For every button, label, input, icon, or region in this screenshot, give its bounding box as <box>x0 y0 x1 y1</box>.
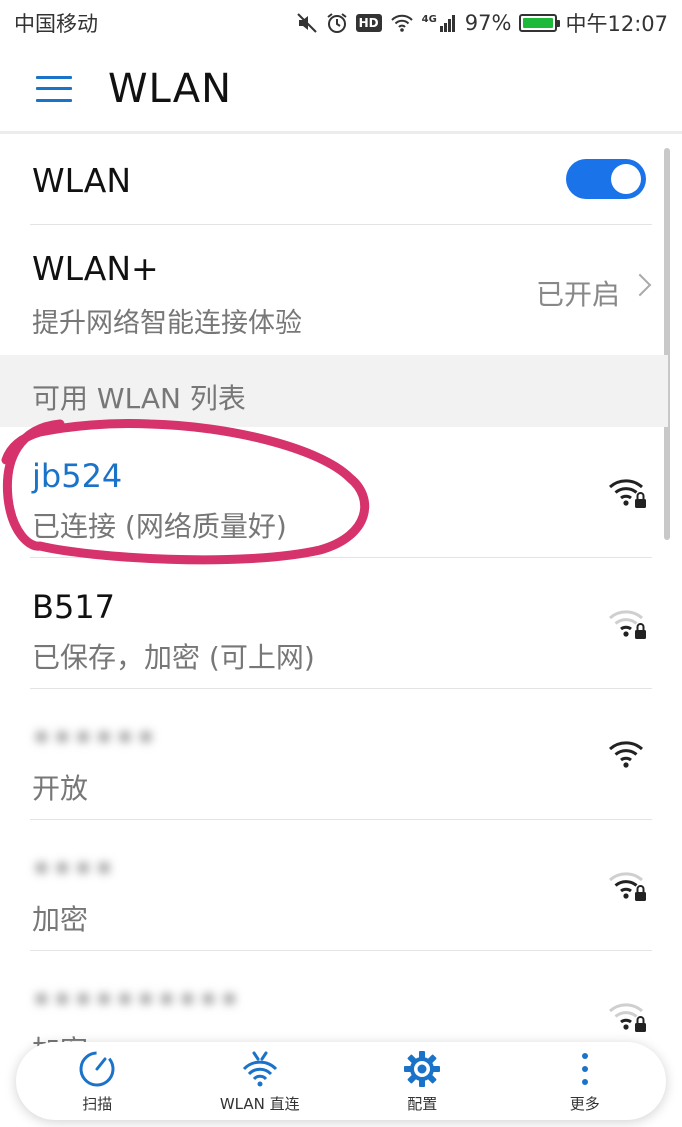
network-name: jb524 <box>32 457 123 495</box>
wlan-plus-subtitle: 提升网络智能连接体验 <box>32 308 302 339</box>
page-title: WLAN <box>108 65 233 112</box>
bottom-action-bar: 扫描 WLAN 直连 配置 更多 <box>16 1042 666 1120</box>
network-status: 已保存，加密 (可上网) <box>32 641 315 674</box>
network-name: •••••••••• <box>32 981 241 1019</box>
battery-icon <box>519 14 561 32</box>
wifi-status-icon <box>390 14 413 32</box>
app-bar: WLAN <box>0 46 682 134</box>
gear-icon <box>404 1050 441 1087</box>
wlan-toggle-row[interactable]: WLAN <box>0 137 682 225</box>
more-label: 更多 <box>569 1094 600 1113</box>
wlan-plus-title: WLAN+ <box>32 249 159 288</box>
network-status: 开放 <box>32 772 89 805</box>
scan-icon <box>79 1051 115 1086</box>
wifi-lock-icon <box>609 872 646 901</box>
more-vert-icon <box>581 1052 588 1085</box>
wlan-plus-row[interactable]: WLAN+ 提升网络智能连接体验 已开启 <box>0 225 682 355</box>
network-name: •••• <box>32 850 116 888</box>
config-label: 配置 <box>407 1094 438 1113</box>
network-name: •••••• <box>32 719 158 757</box>
network-item-secured[interactable]: •••• 加密 <box>0 820 682 951</box>
config-button[interactable]: 配置 <box>341 1042 504 1120</box>
wlan-toggle-switch[interactable] <box>566 159 646 199</box>
section-header: 可用 WLAN 列表 <box>0 355 668 427</box>
battery-level <box>523 18 553 28</box>
network-item-jb524[interactable]: jb524 已连接 (网络质量好) <box>0 427 682 558</box>
wlan-plus-value: 已开启 <box>535 278 620 311</box>
carrier-name: 中国移动 <box>14 12 98 36</box>
wifi-icon <box>609 741 643 768</box>
more-button[interactable]: 更多 <box>504 1042 667 1120</box>
menu-icon[interactable] <box>36 75 72 102</box>
network-status: 加密 <box>32 903 89 936</box>
hd-icon: HD <box>355 14 382 32</box>
status-icons: HD 4G 97% 中午12:07 <box>296 8 668 38</box>
wlan-direct-icon <box>242 1051 277 1086</box>
scan-button[interactable]: 扫描 <box>16 1042 179 1120</box>
wifi-lock-icon <box>609 610 646 639</box>
chevron-right-icon <box>628 273 652 297</box>
wlan-direct-button[interactable]: WLAN 直连 <box>179 1042 342 1120</box>
network-status: 已连接 (网络质量好) <box>32 510 287 543</box>
mute-icon <box>296 13 317 33</box>
scan-label: 扫描 <box>82 1094 113 1113</box>
clock: 中午12:07 <box>565 12 668 36</box>
battery-percentage: 97% <box>464 11 512 35</box>
section-title: 可用 WLAN 列表 <box>32 382 246 415</box>
alarm-icon <box>326 13 347 33</box>
wifi-lock-icon <box>609 479 646 508</box>
network-item-b517[interactable]: B517 已保存，加密 (可上网) <box>0 558 682 689</box>
network-item-open[interactable]: •••••• 开放 <box>0 689 682 820</box>
status-bar: 中国移动 HD 4G 97% 中午12:07 <box>0 0 682 46</box>
signal-icon: 4G <box>422 14 457 32</box>
wlan-direct-label: WLAN 直连 <box>219 1094 300 1113</box>
wlan-toggle-label: WLAN <box>32 161 132 200</box>
network-name: B517 <box>32 588 116 626</box>
wifi-lock-icon <box>609 1003 646 1032</box>
toggle-knob <box>611 164 641 194</box>
